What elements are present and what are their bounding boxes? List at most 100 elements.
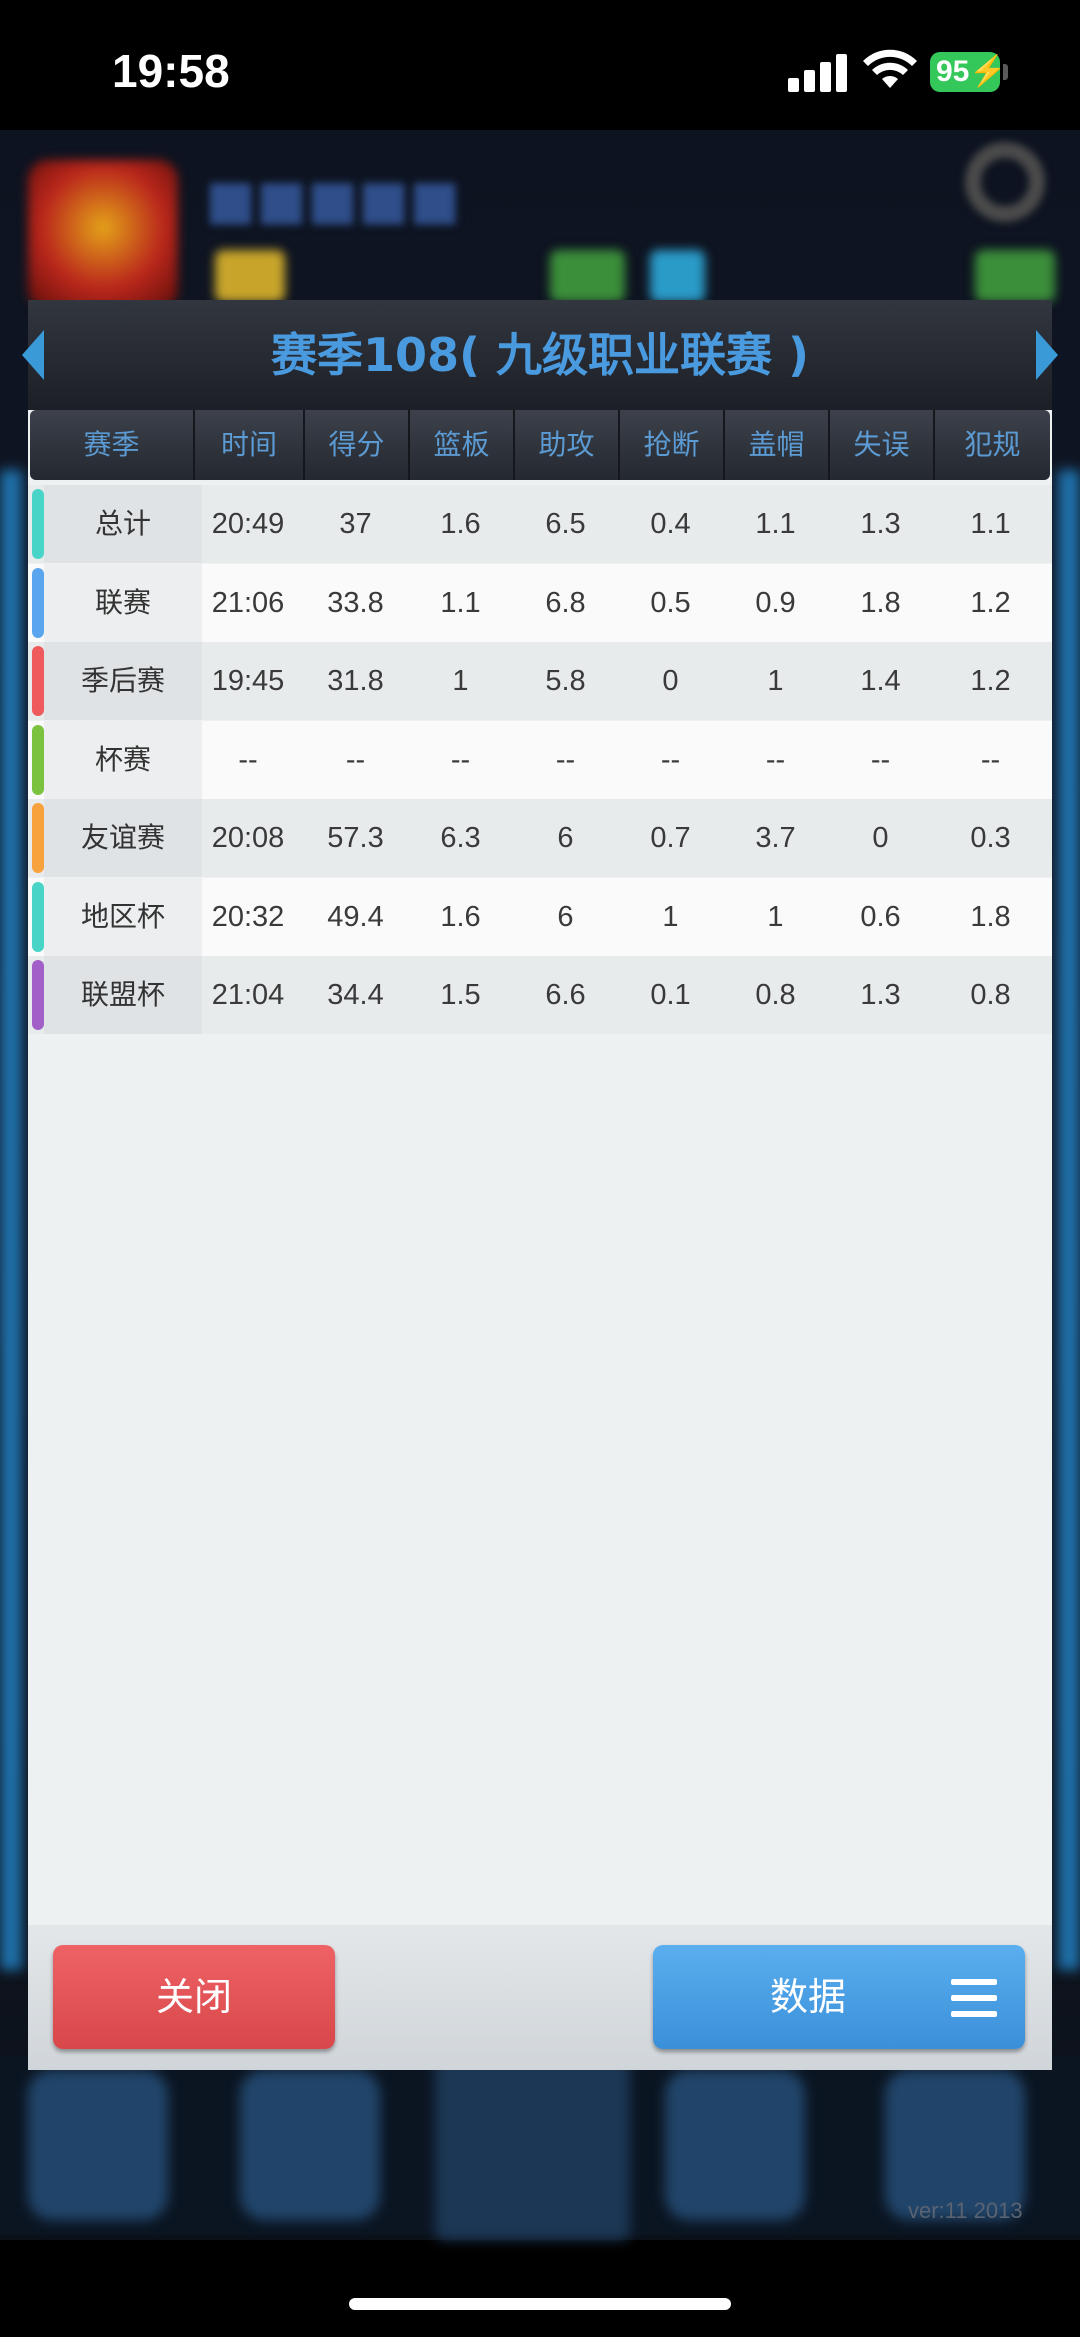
table-cell: 0 <box>662 665 679 697</box>
table-cell: 33.8 <box>327 586 384 619</box>
arrow-right-icon[interactable] <box>1036 330 1058 380</box>
row-category-label: 杯赛 <box>44 720 202 799</box>
dialog-footer: 关闭 数据 <box>28 1925 1052 2070</box>
table-row: 联盟杯 21:04 34.4 1.5 6.6 0.1 0.8 1.3 0.8 <box>28 956 1052 1034</box>
table-cell: 5.8 <box>545 665 586 697</box>
table-cell: 1.6 <box>440 900 481 933</box>
close-button[interactable]: 关闭 <box>53 1945 335 2049</box>
table-cell: 1 <box>767 900 784 933</box>
table-cell: 6 <box>557 822 574 854</box>
team-name-blurred: ■■■■■ <box>205 168 461 231</box>
table-cell: 20:32 <box>211 900 285 933</box>
row-color-stripe <box>32 646 44 716</box>
table-cell: 1 <box>452 665 469 697</box>
row-category-label: 联盟杯 <box>44 956 202 1034</box>
table-cell: -- <box>450 743 471 776</box>
side-glow-left <box>0 470 22 1970</box>
data-button-label: 数据 <box>769 1975 846 2019</box>
dock-chat-icon <box>665 2070 805 2220</box>
row-color-stripe <box>32 803 44 873</box>
battery-level: 95 <box>936 55 970 88</box>
table-cell: -- <box>980 743 1001 776</box>
table-cell: 1.1 <box>970 508 1011 540</box>
table-header: 赛季 时间 得分 篮板 助攻 抢断 盖帽 失误 犯规 <box>30 410 1050 480</box>
table-cell: -- <box>660 743 681 776</box>
season-title: 赛季108( 九级职业联赛 ) <box>270 328 810 382</box>
diamond-chip <box>650 250 705 302</box>
row-color-stripe <box>32 960 44 1030</box>
row-category-label: 地区杯 <box>44 877 202 956</box>
table-cell: 6.6 <box>545 979 586 1011</box>
gear-icon <box>965 142 1045 222</box>
table-row: 总计 20:49 37 1.6 6.5 0.4 1.1 1.3 1.1 <box>28 485 1052 563</box>
row-color-stripe <box>32 489 44 559</box>
table-cell: 0.8 <box>970 979 1011 1011</box>
row-color-stripe <box>32 567 44 638</box>
dock-yen-icon <box>240 2070 380 2220</box>
home-indicator[interactable] <box>349 2298 731 2310</box>
table-row: 杯赛 -- -- -- -- -- -- -- -- <box>28 720 1052 799</box>
table-cell: 0.1 <box>650 979 691 1011</box>
status-bar: 19:58 95⚡ <box>0 0 1080 140</box>
column-header: 失误 <box>830 410 935 480</box>
green-chip <box>550 250 625 302</box>
table-cell: 0 <box>872 822 889 854</box>
table-cell: 1.2 <box>970 586 1011 619</box>
version-label: ver:11 2013 <box>908 2198 1023 2223</box>
table-cell: 1.1 <box>755 508 796 540</box>
table-cell: 0.6 <box>860 900 901 933</box>
battery-icon: 95⚡ <box>930 52 1007 92</box>
row-category-label: 总计 <box>44 485 202 563</box>
side-glow-right <box>1058 470 1080 1970</box>
table-cell: 1.8 <box>860 586 901 619</box>
dialog-header: 赛季108( 九级职业联赛 ) <box>28 300 1052 410</box>
column-header: 篮板 <box>410 410 515 480</box>
dock-center-tab <box>435 2060 630 2240</box>
table-cell: 0.8 <box>755 979 796 1011</box>
team-logo <box>28 160 178 310</box>
row-category-label: 季后赛 <box>44 642 202 720</box>
table-cell: 21:04 <box>211 979 285 1011</box>
table-cell: 1.5 <box>440 979 481 1011</box>
stats-table: 赛季 时间 得分 篮板 助攻 抢断 盖帽 失误 犯规 总计 20:49 37 1.6 6.5 0.4 1.1… <box>28 410 1052 1925</box>
table-row: 友谊赛 20:08 57.3 6.3 6 0.7 3.7 0 0.3 <box>28 799 1052 877</box>
signal-icon <box>788 52 848 92</box>
table-cell: 1.6 <box>440 508 481 540</box>
battery-nub <box>1003 64 1008 80</box>
table-cell: 1.8 <box>970 900 1011 933</box>
table-cell: 20:49 <box>211 508 285 540</box>
row-color-stripe <box>32 881 44 952</box>
table-cell: 1.2 <box>970 665 1011 697</box>
column-header: 时间 <box>195 410 305 480</box>
table-cell: 3.7 <box>755 822 796 854</box>
table-cell: 49.4 <box>327 900 384 933</box>
table-cell: 1 <box>662 900 679 933</box>
table-cell: 20:08 <box>211 822 285 854</box>
table-cell: 0.3 <box>970 822 1011 854</box>
table-cell: 1.1 <box>440 586 481 619</box>
table-cell: 6.3 <box>440 822 481 854</box>
column-header: 盖帽 <box>725 410 830 480</box>
table-cell: 31.8 <box>327 665 384 697</box>
table-cell: 57.3 <box>327 822 384 854</box>
table-cell: 0.4 <box>650 508 691 540</box>
table-cell: -- <box>870 743 891 776</box>
table-cell: 0.7 <box>650 822 691 854</box>
table-cell: 6.8 <box>545 586 586 619</box>
green-chip-right <box>975 250 1055 302</box>
column-header: 得分 <box>305 410 410 480</box>
table-cell: -- <box>765 743 786 776</box>
wifi-icon <box>863 49 917 88</box>
table-row: 地区杯 20:32 49.4 1.6 6 1 1 0.6 1.8 <box>28 877 1052 956</box>
table-cell: -- <box>345 743 366 776</box>
table-row: 季后赛 19:45 31.8 1 5.8 0 1 1.4 1.2 <box>28 642 1052 720</box>
row-category-label: 联赛 <box>44 563 202 642</box>
table-cell: -- <box>555 743 576 776</box>
data-button[interactable]: 数据 <box>653 1945 1025 2049</box>
column-header: 助攻 <box>515 410 620 480</box>
column-header: 犯规 <box>964 428 1021 461</box>
table-cell: 1.3 <box>860 979 901 1011</box>
arrow-left-icon[interactable] <box>22 330 44 380</box>
season-stats-dialog: 赛季108( 九级职业联赛 ) 赛季 时间 得分 篮板 助攻 抢断 盖帽 失误 犯规 总计 20:… <box>22 300 1058 2070</box>
table-cell: 1 <box>767 665 784 697</box>
